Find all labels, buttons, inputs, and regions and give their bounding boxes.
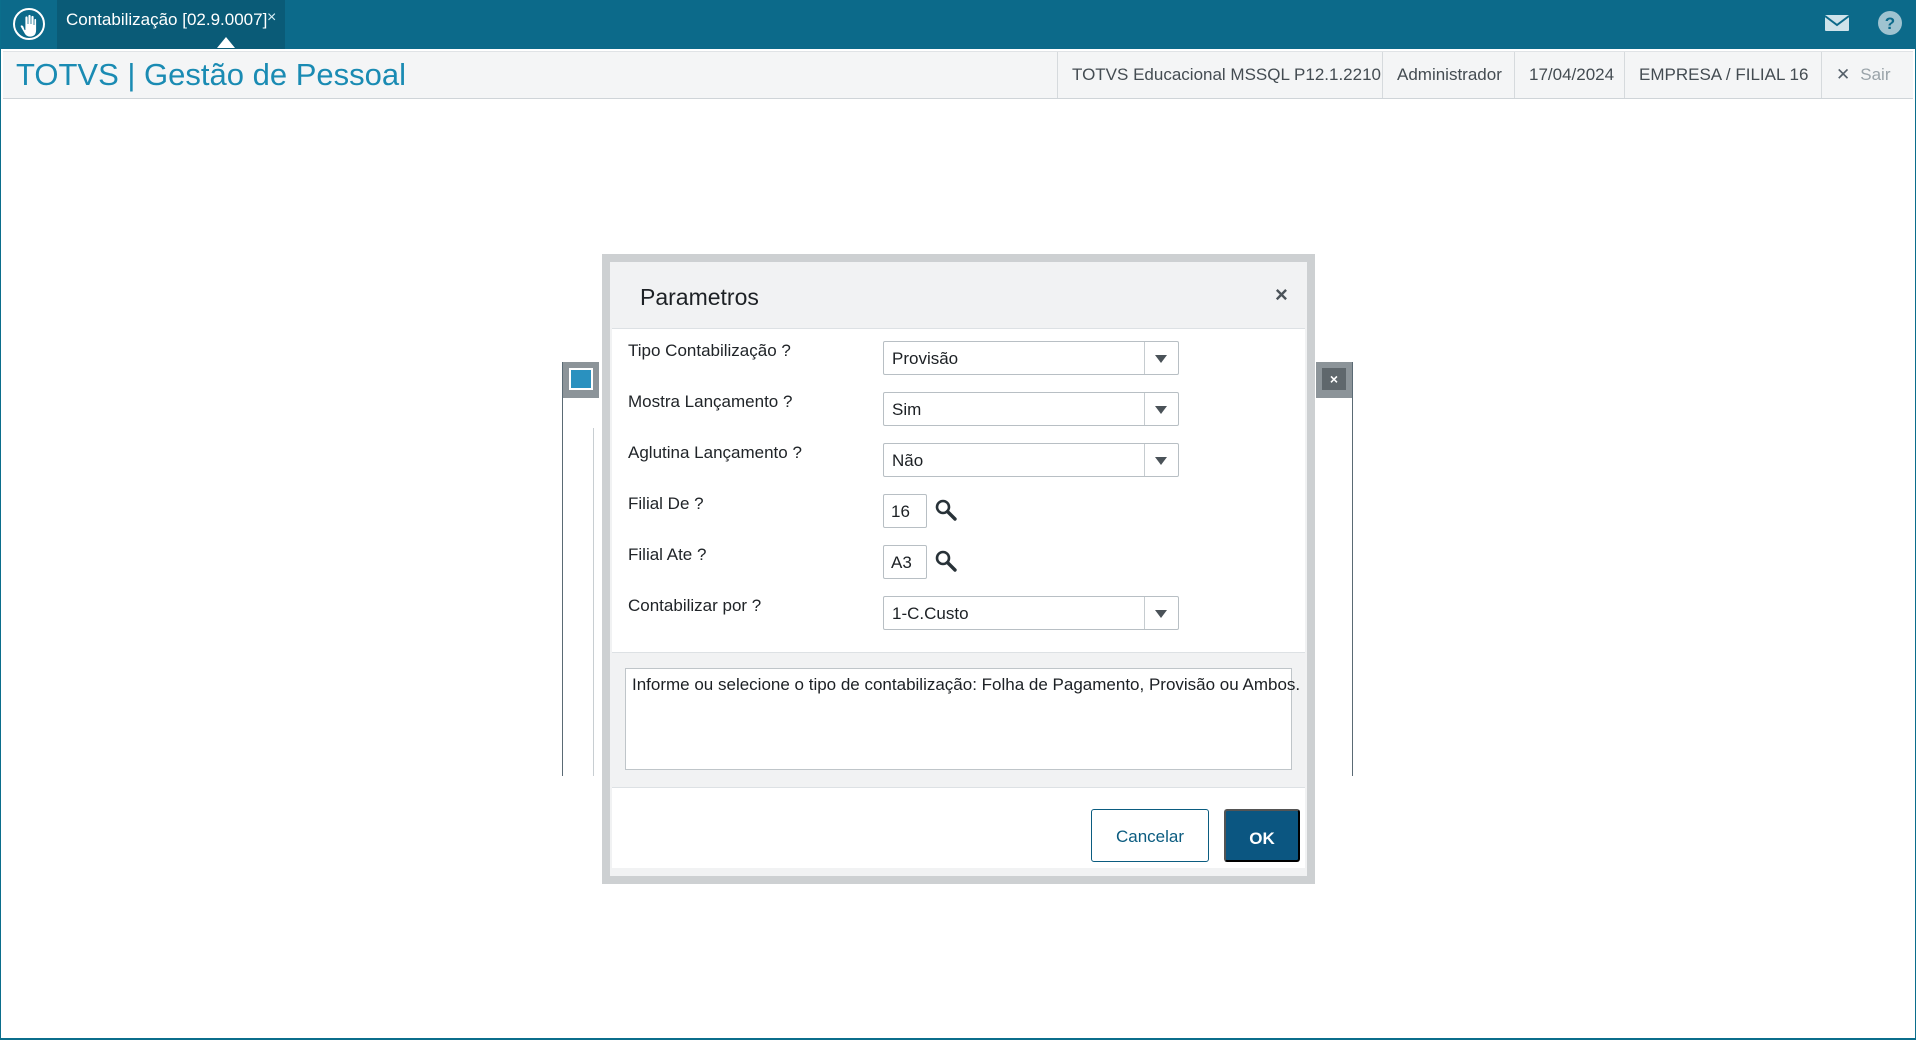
page-title: TOTVS | Gestão de Pessoal — [16, 57, 406, 92]
divider — [593, 428, 594, 776]
user-info: Administrador — [1382, 52, 1512, 98]
tipo-contabilizacao-value: Provisão — [892, 349, 959, 368]
exit-button[interactable]: ✕ Sair — [1821, 52, 1913, 98]
background-close-button[interactable]: × — [1316, 362, 1352, 398]
aglutina-lancamento-value: Não — [892, 451, 924, 470]
tipo-contabilizacao-label: Tipo Contabilização ? — [628, 341, 791, 360]
aglutina-lancamento-select[interactable]: Não — [883, 443, 1179, 477]
app-header: TOTVS | Gestão de Pessoal TOTVS Educacio… — [3, 51, 1913, 99]
top-bar: Contabilização [02.9.0007] × ? — [1, 0, 1916, 49]
mail-icon[interactable] — [1823, 9, 1851, 37]
chevron-down-icon[interactable] — [1144, 444, 1178, 476]
close-icon: ✕ — [1836, 65, 1851, 84]
filial-de-label: Filial De ? — [628, 494, 704, 513]
tab-label: Contabilização [02.9.0007] — [66, 10, 268, 29]
contabilizar-por-label: Contabilizar por ? — [628, 596, 762, 615]
filial-ate-label: Filial Ate ? — [628, 545, 707, 564]
chevron-down-icon[interactable] — [1144, 393, 1178, 425]
mostra-lancamento-select[interactable]: Sim — [883, 392, 1179, 426]
parameters-dialog: Parametros × Tipo Contabilização ? Provi… — [602, 254, 1315, 884]
tipo-contabilizacao-select[interactable]: Provisão — [883, 341, 1179, 375]
filial-ate-search-icon[interactable] — [934, 549, 958, 573]
help-text-box: Informe ou selecione o tipo de contabili… — [625, 668, 1300, 770]
mostra-lancamento-label: Mostra Lançamento ? — [628, 392, 793, 411]
exit-label: Sair — [1860, 65, 1891, 84]
tab-pointer — [217, 37, 235, 48]
filial-de-search-icon[interactable] — [934, 498, 958, 522]
chevron-down-icon[interactable] — [1144, 342, 1178, 374]
app-frame: Contabilização [02.9.0007] × ? TOTVS | G… — [0, 0, 1916, 1040]
chevron-down-icon[interactable] — [1144, 597, 1178, 629]
aglutina-lancamento-label: Aglutina Lançamento ? — [628, 443, 802, 462]
contabilizar-por-select[interactable]: 1-C.Custo — [883, 596, 1179, 630]
close-icon: × — [1322, 368, 1346, 390]
tab-close-icon[interactable]: × — [267, 9, 276, 27]
dialog-close-icon[interactable]: × — [1275, 282, 1288, 308]
filial-de-value: 16 — [891, 502, 910, 521]
company-info: EMPRESA / FILIAL 16 — [1624, 52, 1808, 98]
ok-button[interactable]: OK — [1224, 809, 1300, 862]
svg-text:?: ? — [1885, 14, 1895, 33]
cancel-button[interactable]: Cancelar — [1091, 809, 1209, 862]
help-text: Informe ou selecione o tipo de contabili… — [632, 675, 1301, 694]
help-icon[interactable]: ? — [1875, 8, 1905, 38]
parameters-panel: Tipo Contabilização ? Provisão Mostra La… — [612, 328, 1305, 653]
tab-contabilizacao[interactable]: Contabilização [02.9.0007] × — [57, 0, 285, 49]
dialog-title: Parametros — [640, 284, 759, 310]
date-info: 17/04/2024 — [1514, 52, 1638, 98]
dialog-body: Parametros × Tipo Contabilização ? Provi… — [610, 262, 1307, 876]
touch-hand-icon[interactable] — [11, 6, 47, 42]
filial-de-input[interactable]: 16 — [883, 494, 927, 528]
contabilizar-por-value: 1-C.Custo — [892, 604, 969, 623]
filial-ate-input[interactable]: A3 — [883, 545, 927, 579]
mostra-lancamento-value: Sim — [892, 400, 922, 419]
environment-info: TOTVS Educacional MSSQL P12.1.2210 — [1057, 52, 1381, 98]
filial-ate-value: A3 — [891, 553, 912, 572]
window-icon — [563, 362, 599, 398]
